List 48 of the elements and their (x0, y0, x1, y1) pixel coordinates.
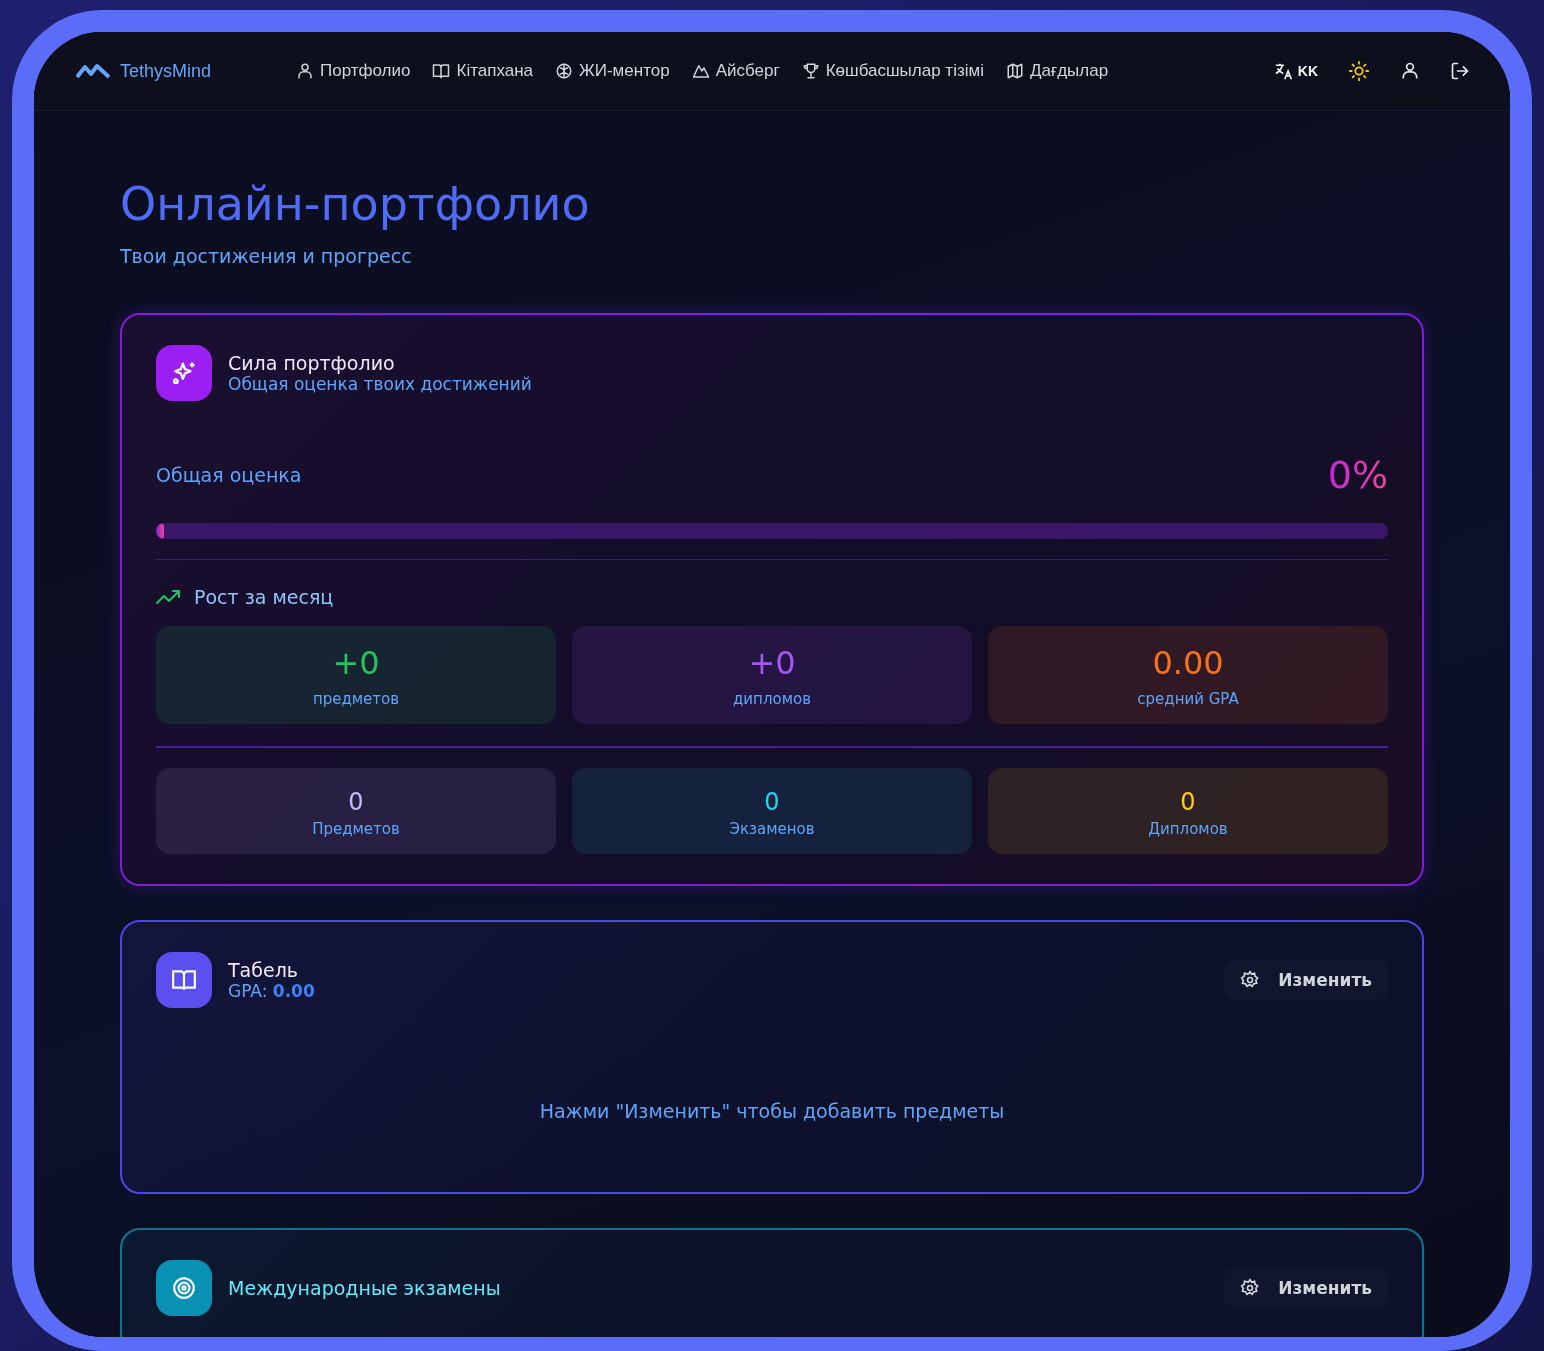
brand-name[interactable]: TethysMind (120, 60, 212, 82)
growth-title: Рост за месяц (194, 586, 334, 608)
trend-up-icon (156, 589, 182, 605)
stat-label: дипломов (733, 690, 811, 708)
target-icon (156, 1260, 212, 1316)
stat-value: +0 (748, 644, 796, 682)
stat-label: предметов (312, 690, 400, 708)
settings-icon (1240, 970, 1261, 990)
stat-value: 0 (764, 788, 780, 816)
trophy-icon (801, 62, 820, 80)
section-subtitle: GPA: 0.00 (228, 981, 315, 1001)
book-icon (156, 952, 212, 1008)
section-title: Международные экзамены (228, 1277, 501, 1299)
edit-button[interactable]: Изменить (1224, 1268, 1388, 1308)
score-label: Общая оценка (156, 464, 302, 486)
stat-value: 0 (1180, 788, 1196, 816)
nav-link[interactable]: Кітапхана (432, 61, 534, 81)
stat-label: Экзаменов (729, 820, 815, 838)
language-button[interactable]: KK (1273, 62, 1318, 80)
map-icon (1005, 62, 1024, 80)
stat-value: 0.00 (1152, 644, 1224, 682)
nav-link[interactable]: Көшбасшылар тізімі (801, 61, 984, 81)
nav-link[interactable]: Дағдылар (1005, 61, 1109, 81)
empty-state-text: Нажми "Изменить" чтобы добавить предметы (538, 1100, 1006, 1122)
card-subtitle: Общая оценка твоих достижений (228, 374, 532, 394)
logout-icon[interactable] (1450, 61, 1470, 81)
page-title: Онлайн-портфолио (120, 177, 591, 231)
edit-button[interactable]: Изменить (1224, 960, 1388, 1000)
sun-icon[interactable] (1348, 60, 1370, 82)
nav-link[interactable]: ЖИ-ментор (555, 61, 670, 81)
settings-icon (1240, 1278, 1261, 1298)
user-icon[interactable] (1400, 61, 1420, 81)
stat-label: Предметов (312, 820, 400, 838)
sparkles-icon (156, 345, 212, 401)
mountain-icon (691, 62, 710, 80)
stat-label: средний GPA (1137, 690, 1239, 708)
stat-label: Дипломов (1148, 820, 1228, 838)
section-title: Табель (228, 959, 299, 981)
nav-link[interactable]: Портфолио (296, 61, 411, 81)
page-subtitle: Твои достижения и прогресс (120, 245, 413, 267)
translate-icon (1273, 62, 1294, 80)
user-icon (296, 62, 314, 80)
book-icon (432, 62, 451, 80)
card-title: Сила портфолио (228, 352, 396, 374)
stat-value: 0 (348, 788, 364, 816)
wave-logo-icon (76, 62, 110, 80)
nav-link[interactable]: Айсберг (691, 61, 780, 81)
stat-value: +0 (332, 644, 380, 682)
